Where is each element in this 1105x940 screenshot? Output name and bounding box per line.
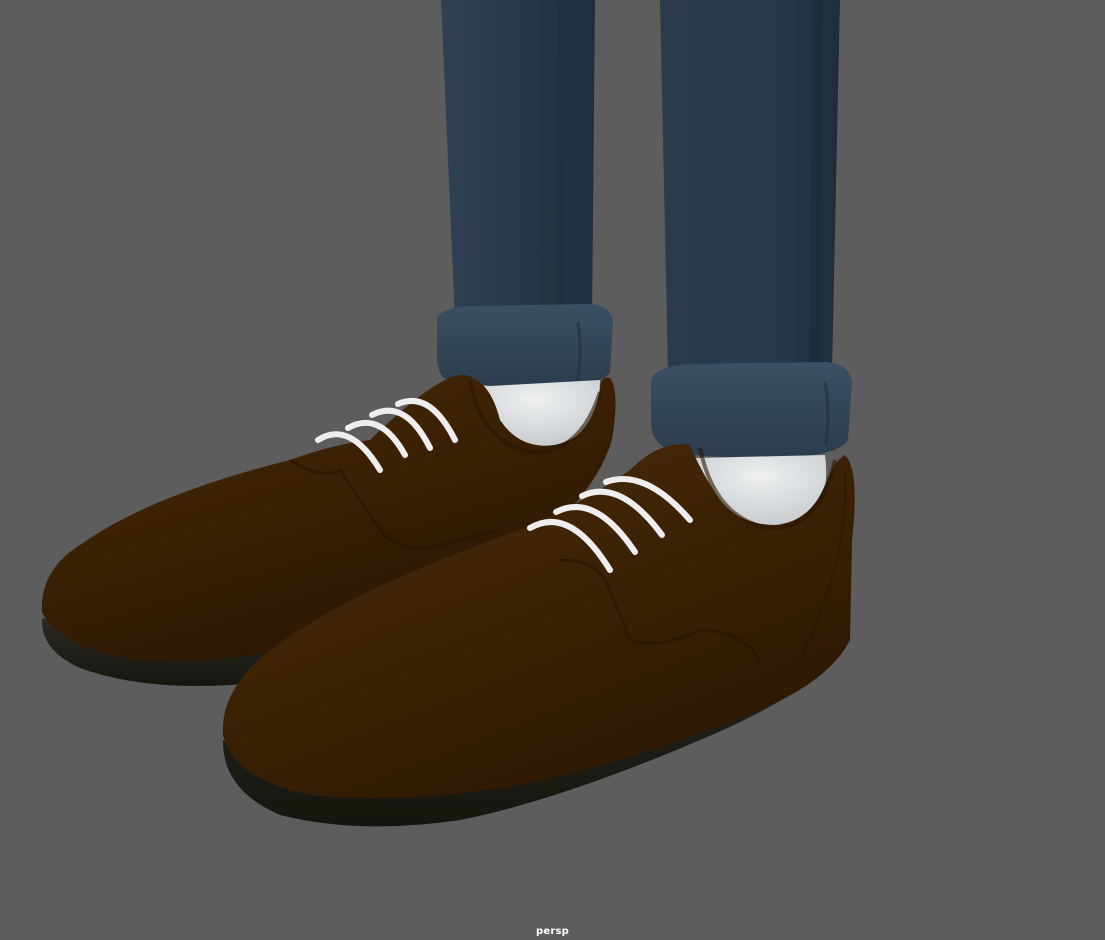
right-pant-leg[interactable] <box>651 0 852 458</box>
scene-render[interactable] <box>0 0 1105 940</box>
camera-label: persp <box>536 926 569 937</box>
left-pant-leg[interactable] <box>437 0 613 390</box>
3d-viewport[interactable]: persp <box>0 0 1105 940</box>
